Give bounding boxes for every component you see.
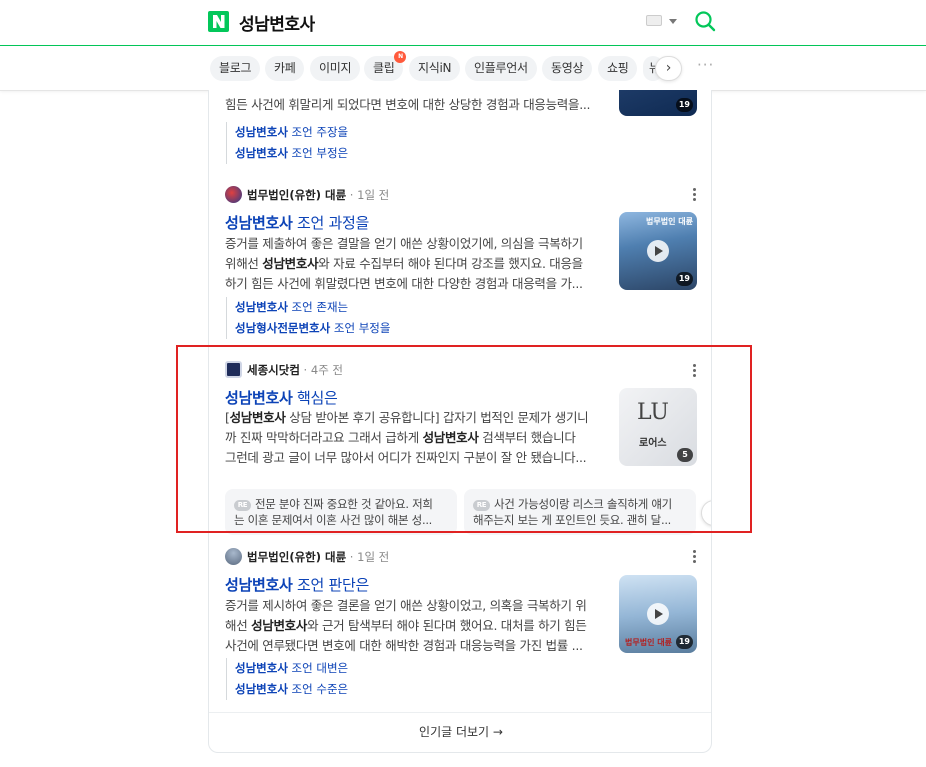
reply-badge: RE [473,500,490,511]
post-thumbnail[interactable]: 법무법인 대륜 19 [619,575,697,653]
source-name[interactable]: 법무법인(유한) 대륜 · 1일 전 [247,549,389,565]
chevron-right-icon[interactable]: › [701,500,711,526]
post-date: · 1일 전 [346,550,390,564]
post-card-partial: 힘든 사건에 휘말리게 되었다면 변호에 대한 상당한 경험과 대응능력을...… [209,90,711,178]
tab-image[interactable]: 이미지 [310,56,361,81]
related-link[interactable]: 성남변호사 조언 대변은 [235,658,348,679]
post-description: 힘든 사건에 휘말리게 되었다면 변호에 대한 상당한 경험과 대응능력을... [225,95,605,115]
related-links: 성남변호사 조언 주장을 성남변호사 조언 부정은 [226,122,348,164]
more-menu-icon[interactable] [693,364,697,378]
desc-line: 그런데 광고 글이 너무 많아서 어디가 진짜인지 구분이 잘 안 됐습니다..… [225,450,587,465]
play-icon[interactable] [647,240,669,262]
new-badge: N [394,51,407,63]
desc-line: 하기 힘든 사건에 휘말렸다면 변호에 대한 다양한 경험과 대응력을 가... [225,276,583,291]
comment-carousel: RE 전문 분야 진짜 중요한 것 같아요. 저희 는 이혼 문제여서 이혼 사건… [225,489,711,535]
tab-clip-label: 클립 [373,61,395,75]
image-count-badge: 19 [675,98,693,112]
source-avatar[interactable] [225,548,242,565]
comment-card[interactable]: RE 전문 분야 진짜 중요한 것 같아요. 저희 는 이혼 문제여서 이혼 사건… [225,489,457,535]
popular-posts-panel: 힘든 사건에 휘말리게 되었다면 변호에 대한 상당한 경험과 대응능력을...… [208,90,712,753]
desc-line: 힘든 사건에 휘말리게 되었다면 변호에 대한 상당한 경험과 대응능력을... [225,97,591,112]
post-card: 법무법인(유한) 대륜 · 1일 전 성남변호사 조언 과정을 증거를 제출하여… [209,184,711,346]
reply-badge: RE [234,500,251,511]
desc-line: [성남변호사 상담 받아본 후기 공유합니다] 갑자기 법적인 문제가 생기니 [225,410,589,425]
search-query[interactable]: 성남변호사 [239,10,315,35]
more-menu-icon[interactable] [693,188,697,202]
desc-line: 해선 성남변호사와 근거 탐색부터 해야 된다며 했어요. 대처를 하기 힘든 [225,618,587,633]
tab-shopping[interactable]: 쇼핑 [598,56,638,81]
post-title[interactable]: 성남변호사 조언 과정을 [225,212,369,233]
related-links: 성남변호사 조언 대변은 성남변호사 조언 수준은 [226,658,348,700]
desc-line: 증거를 제시하여 좋은 결론을 얻기 애쓴 상황이었고, 의혹을 극복하기 위 [225,598,587,613]
desc-line: 사건에 연루됐다면 변호에 대한 해박한 경험과 대응능력을 가진 법률 ... [225,638,583,653]
post-card: 법무법인(유한) 대륜 · 1일 전 성남변호사 조언 판단은 증거를 제시하여… [209,546,711,706]
chevron-right-icon[interactable]: › [655,56,682,81]
post-card-highlighted: 세종시닷컴 · 4주 전 성남변호사 핵심은 [성남변호사 상담 받아본 후기 … [209,358,711,538]
image-count-badge: 19 [675,635,693,649]
tab-influencer[interactable]: 인플루언서 [465,56,537,81]
related-link[interactable]: 성남변호사 조언 존재는 [235,297,390,318]
tab-blog[interactable]: 블로그 [210,56,261,81]
post-description[interactable]: 증거를 제시하여 좋은 결론을 얻기 애쓴 상황이었고, 의혹을 극복하기 위 … [225,596,605,656]
post-description[interactable]: 증거를 제출하여 좋은 결말을 얻기 애쓴 상황이었기에, 의심을 극복하기 위… [225,234,605,294]
post-title[interactable]: 성남변호사 조언 판단은 [225,574,369,595]
thumbnail-caption: 법무법인 대륜 [625,638,672,647]
source-avatar[interactable] [225,186,242,203]
more-options-icon[interactable]: ··· [697,56,714,74]
tab-cafe[interactable]: 카페 [265,56,305,81]
tab-kin[interactable]: 지식iN [409,56,461,81]
play-icon[interactable] [647,603,669,625]
source-avatar[interactable] [225,361,242,378]
related-link[interactable]: 성남변호사 조언 주장을 [235,122,348,143]
tab-clip[interactable]: 클립 N [364,51,407,81]
related-link[interactable]: 성남변호사 조언 수준은 [235,679,348,700]
desc-line: 증거를 제출하여 좋은 결말을 얻기 애쓴 상황이었기에, 의심을 극복하기 [225,236,583,251]
related-link[interactable]: 성남변호사 조언 부정은 [235,143,348,164]
related-link[interactable]: 성남형사전문변호사 조언 부정을 [235,318,390,339]
thumbnail-caption: 로어스 [639,438,667,449]
thumbnail-caption: 법무법인 대륜 [646,217,693,226]
naver-logo-icon[interactable] [208,11,229,32]
lu-logo-icon: LU [637,400,669,425]
post-thumbnail[interactable]: LU 로어스 5 [619,388,697,466]
category-tabs: 블로그 카페 이미지 클립 N 지식iN 인플루언서 동영상 쇼핑 뉴 › [0,46,926,91]
post-thumbnail[interactable]: 법무법인 대륜 19 [619,212,697,290]
image-count-badge: 19 [675,272,693,286]
source-name[interactable]: 세종시닷컴 · 4주 전 [247,362,343,378]
chevron-down-icon[interactable] [669,19,677,24]
post-thumbnail[interactable]: 19 [619,90,697,116]
tab-video[interactable]: 동영상 [542,56,593,81]
keyboard-icon[interactable] [646,15,662,26]
desc-line: 까 진짜 막막하더라고요 그래서 급하게 성남변호사 검색부터 했습니다 [225,430,576,445]
source-name[interactable]: 법무법인(유한) 대륜 · 1일 전 [247,187,389,203]
image-count-badge: 5 [677,448,693,462]
post-title[interactable]: 성남변호사 핵심은 [225,387,338,408]
post-date: · 1일 전 [346,188,390,202]
search-header: 성남변호사 [0,0,926,46]
more-popular-posts-button[interactable]: 인기글 더보기 → [209,712,711,752]
desc-line: 위해선 성남변호사와 자료 수집부터 해야 된다며 강조를 했지요. 대응을 [225,256,583,271]
search-icon[interactable] [694,10,716,32]
comment-card[interactable]: RE 사건 가능성이랑 리스크 솔직하게 얘기 해주는지 보는 게 포인트인 듯요… [464,489,696,535]
post-date: · 4주 전 [299,363,344,377]
related-links: 성남변호사 조언 존재는 성남형사전문변호사 조언 부정을 [226,297,390,339]
post-description[interactable]: [성남변호사 상담 받아본 후기 공유합니다] 갑자기 법적인 문제가 생기니 … [225,408,605,468]
more-menu-icon[interactable] [693,550,697,564]
